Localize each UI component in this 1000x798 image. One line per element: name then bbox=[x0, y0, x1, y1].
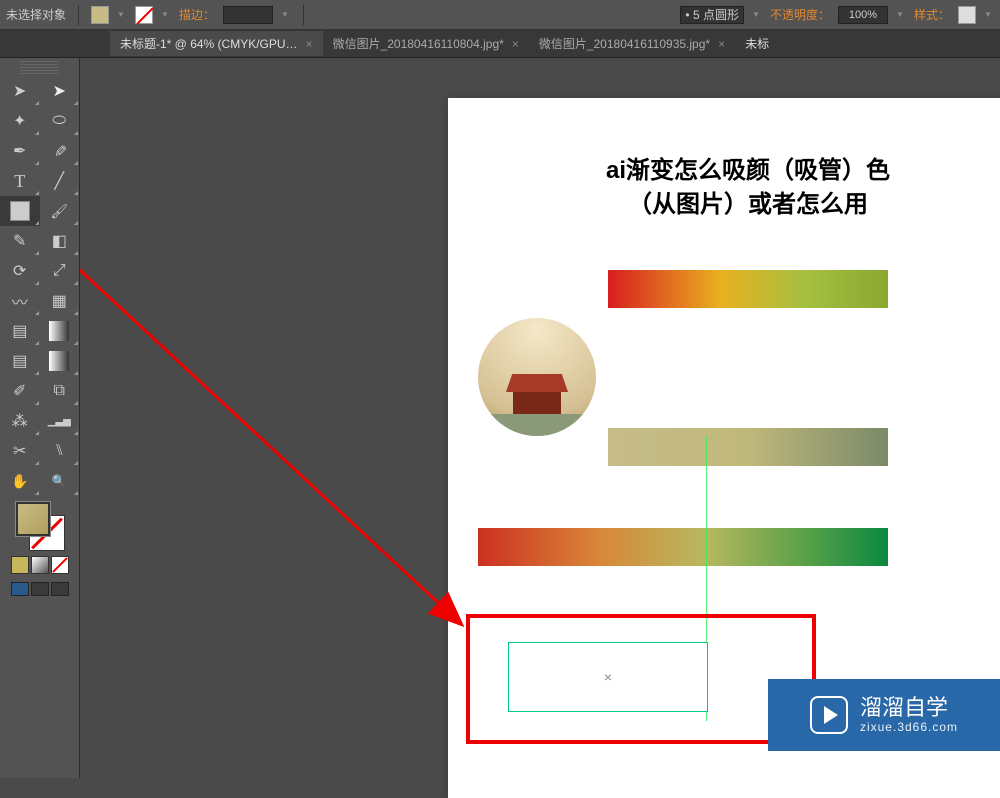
gradient-bar-2[interactable] bbox=[608, 428, 888, 466]
stroke-dropdown-icon[interactable]: ▼ bbox=[161, 10, 171, 19]
draw-inside-mode[interactable] bbox=[51, 582, 69, 596]
magic-wand-tool[interactable] bbox=[0, 106, 40, 136]
color-mode-gradient[interactable] bbox=[31, 556, 49, 574]
play-icon bbox=[810, 696, 848, 734]
fill-color-swatch[interactable] bbox=[16, 502, 50, 536]
gradient-bar-3[interactable] bbox=[478, 528, 888, 566]
fill-dropdown-icon[interactable]: ▼ bbox=[117, 10, 127, 19]
free-transform-tool[interactable] bbox=[40, 286, 80, 316]
stroke-swatch[interactable] bbox=[135, 6, 153, 24]
column-graph-tool[interactable] bbox=[40, 406, 80, 436]
type-tool[interactable] bbox=[0, 166, 40, 196]
paintbrush-tool[interactable] bbox=[40, 196, 80, 226]
gradient-bar-1[interactable] bbox=[608, 270, 888, 308]
scale-tool[interactable] bbox=[40, 256, 80, 286]
style-dropdown-icon[interactable]: ▼ bbox=[984, 10, 994, 19]
tab-label: 微信图片_20180416110935.jpg* bbox=[539, 35, 710, 52]
fill-swatch[interactable] bbox=[91, 6, 109, 24]
control-bar: 未选择对象 ▼ ▼ 描边： ▼ • 5 点圆形 ▼ 不透明度： ▼ 样式： ▼ bbox=[0, 0, 1000, 30]
watermark-url: zixue.3d66.com bbox=[860, 721, 958, 733]
pen-tool[interactable] bbox=[0, 136, 40, 166]
eyedropper-tool[interactable] bbox=[0, 376, 40, 406]
brush-dropdown-icon[interactable]: ▼ bbox=[752, 10, 762, 19]
close-icon[interactable]: × bbox=[718, 37, 725, 51]
color-mode-solid[interactable] bbox=[11, 556, 29, 574]
stroke-label: 描边： bbox=[179, 6, 215, 23]
symbol-sprayer-tool[interactable] bbox=[0, 406, 40, 436]
rectangle-tool[interactable] bbox=[0, 196, 40, 226]
tab-doc-1[interactable]: 未标题-1* @ 64% (CMYK/GPU… × bbox=[110, 31, 323, 56]
tab-doc-3[interactable]: 微信图片_20180416110935.jpg* × bbox=[529, 31, 735, 56]
brush-dropdown[interactable]: • 5 点圆形 bbox=[680, 6, 744, 24]
center-mark-icon: × bbox=[604, 669, 612, 685]
close-icon[interactable]: × bbox=[512, 37, 519, 51]
slice-tool[interactable] bbox=[40, 436, 80, 466]
gradient-tool[interactable] bbox=[40, 346, 80, 376]
tab-doc-2[interactable]: 微信图片_20180416110804.jpg* × bbox=[323, 31, 529, 56]
shape-builder-tool[interactable] bbox=[0, 316, 40, 346]
tools-panel: ➤ bbox=[0, 58, 80, 778]
fill-stroke-swatches[interactable] bbox=[16, 502, 64, 550]
eraser-tool[interactable] bbox=[40, 226, 80, 256]
document-tabs: 未标题-1* @ 64% (CMYK/GPU… × 微信图片_201804161… bbox=[0, 30, 1000, 58]
tab-label: 未标题-1* @ 64% (CMYK/GPU… bbox=[120, 35, 298, 52]
document-heading: ai渐变怎么吸颜（吸管）色 （从图片）或者怎么用 bbox=[448, 154, 1000, 221]
direct-selection-tool[interactable] bbox=[40, 76, 80, 106]
drawing-rectangle[interactable]: × bbox=[508, 642, 708, 712]
tool-grid: ➤ bbox=[0, 76, 79, 496]
draw-normal-mode[interactable] bbox=[11, 582, 29, 596]
perspective-grid-tool[interactable] bbox=[40, 316, 80, 346]
rotate-tool[interactable] bbox=[0, 256, 40, 286]
style-swatch[interactable] bbox=[958, 6, 976, 24]
hand-tool[interactable] bbox=[0, 466, 40, 496]
panel-grip-icon[interactable] bbox=[20, 60, 59, 74]
curvature-tool[interactable] bbox=[40, 136, 80, 166]
sample-image-circle[interactable] bbox=[478, 318, 596, 436]
mesh-tool[interactable] bbox=[0, 346, 40, 376]
watermark: 溜溜自学 zixue.3d66.com bbox=[768, 679, 1000, 751]
draw-behind-mode[interactable] bbox=[31, 582, 49, 596]
canvas-area[interactable]: ai渐变怎么吸颜（吸管）色 （从图片）或者怎么用 × W: 77 H: 27 bbox=[80, 58, 1000, 777]
tab-label: 微信图片_20180416110804.jpg* bbox=[333, 35, 504, 52]
style-label: 样式： bbox=[914, 6, 950, 23]
opacity-input[interactable] bbox=[838, 6, 888, 24]
stroke-weight-input[interactable] bbox=[223, 6, 273, 24]
selection-tool[interactable]: ➤ bbox=[0, 76, 40, 106]
watermark-brand: 溜溜自学 bbox=[860, 697, 958, 719]
tab-doc-4[interactable]: 未标 bbox=[735, 31, 779, 56]
blend-tool[interactable] bbox=[40, 376, 80, 406]
width-tool[interactable] bbox=[0, 286, 40, 316]
opacity-dropdown-icon[interactable]: ▼ bbox=[896, 10, 906, 19]
zoom-tool[interactable] bbox=[40, 466, 80, 496]
tab-label: 未标 bbox=[745, 35, 769, 52]
stroke-weight-stepper-icon[interactable]: ▼ bbox=[281, 10, 291, 19]
artboard-tool[interactable] bbox=[0, 436, 40, 466]
lasso-tool[interactable] bbox=[40, 106, 80, 136]
opacity-label: 不透明度： bbox=[770, 6, 830, 23]
line-segment-tool[interactable] bbox=[40, 166, 80, 196]
close-icon[interactable]: × bbox=[306, 37, 313, 51]
color-section bbox=[0, 496, 79, 602]
pencil-tool[interactable] bbox=[0, 226, 40, 256]
color-mode-none[interactable] bbox=[51, 556, 69, 574]
selection-status: 未选择对象 bbox=[6, 6, 66, 23]
